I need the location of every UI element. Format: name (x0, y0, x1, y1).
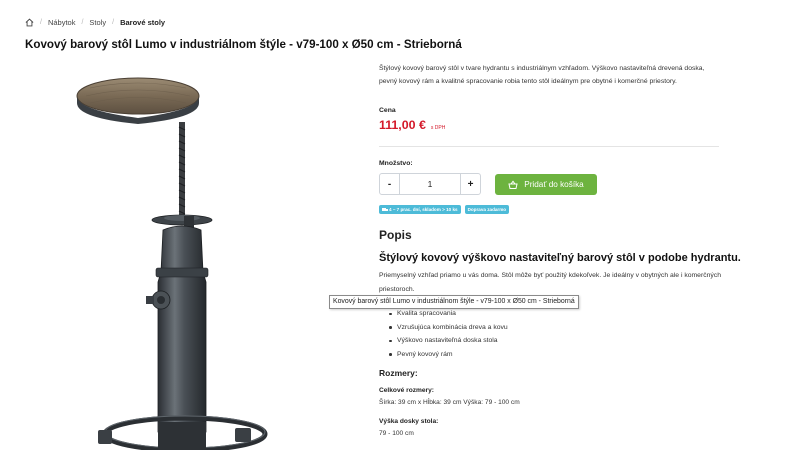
description-paragraph: Priemyselný vzhľad priamo u vás doma. St… (379, 272, 721, 293)
delivery-badge-text: 4 – 7 prac. dní, skladom > 10 ks (389, 207, 458, 212)
delivery-badge: 4 – 7 prac. dní, skladom > 10 ks (379, 205, 461, 214)
page-title: Kovový barový stôl Lumo v industriálnom … (25, 38, 462, 51)
basket-icon (508, 179, 518, 189)
total-dimensions-value: Šírka: 39 cm x Hĺbka: 39 cm Výška: 79 - … (379, 399, 520, 406)
add-to-cart-label: Pridať do košíka (524, 180, 584, 189)
increase-quantity-button[interactable]: + (460, 174, 480, 194)
price: 111,00 € s DPH (379, 118, 445, 132)
breadcrumb-link-stoly[interactable]: Stoly (89, 18, 106, 27)
price-label: Cena (379, 107, 396, 114)
list-item: Vzrušujúca kombinácia dreva a kovu (389, 321, 508, 335)
quantity-label: Množstvo: (379, 160, 413, 167)
breadcrumb-separator: / (40, 18, 42, 26)
table-top-height-label: Výška dosky stola: (379, 418, 439, 425)
vat-note: s DPH (430, 125, 446, 131)
list-item: Výškovo nastaviteľná doska stola (389, 334, 508, 348)
total-dimensions-label: Celkové rozmery: (379, 387, 434, 394)
price-amount: 111,00 € (379, 118, 426, 132)
add-to-cart-button[interactable]: Pridať do košíka (495, 174, 597, 195)
breadcrumb-link-nabytok[interactable]: Nábytok (48, 18, 76, 27)
divider (379, 146, 719, 147)
title-tooltip: Kovový barový stôl Lumo v industriálnom … (329, 295, 579, 309)
list-item: Kvalita spracovania (389, 307, 508, 321)
product-details: Štýlový kovový barový stôl v tvare hydra… (379, 62, 741, 437)
feature-list: Kvalita spracovania Vzrušujúca kombináci… (389, 307, 508, 361)
short-description: Štýlový kovový barový stôl v tvare hydra… (379, 65, 705, 86)
breadcrumb: / Nábytok / Stoly / Barové stoly (25, 15, 165, 29)
decrease-quantity-button[interactable]: - (380, 174, 400, 194)
product-image[interactable] (60, 72, 330, 450)
shipping-badge: Doprava zadarmo (464, 205, 510, 214)
breadcrumb-separator: / (81, 18, 84, 26)
breadcrumb-separator: / (112, 18, 115, 26)
home-icon[interactable] (25, 18, 34, 27)
dimensions-heading: Rozmery: (379, 368, 418, 378)
table-top-height-value: 79 - 100 cm (379, 430, 414, 437)
quantity-input[interactable]: 1 (400, 179, 460, 189)
description-subheading: Štýlový kovový výškovo nastaviteľný baro… (379, 252, 741, 264)
badges: 4 – 7 prac. dní, skladom > 10 ks Doprava… (379, 205, 513, 214)
truck-icon (382, 207, 388, 211)
description-heading: Popis (379, 228, 412, 242)
list-item: Pevný kovový rám (389, 348, 508, 362)
quantity-stepper: - 1 + (379, 173, 481, 195)
breadcrumb-current: Barové stoly (120, 17, 166, 27)
